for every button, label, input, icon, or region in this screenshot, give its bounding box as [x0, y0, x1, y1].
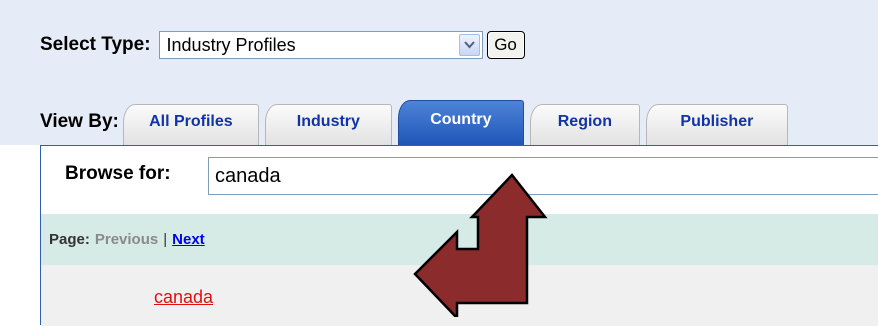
result-link-canada[interactable]: canada — [154, 287, 213, 308]
chevron-down-icon[interactable] — [458, 34, 480, 56]
view-by-tabs: View By: All Profiles Industry Country R… — [40, 100, 794, 145]
tab-region[interactable]: Region — [529, 104, 640, 145]
select-type-row: Select Type: Industry Profiles Go — [40, 28, 525, 62]
browse-for-label: Browse for: — [65, 163, 171, 184]
select-type-value: Industry Profiles — [166, 34, 296, 55]
pagination-separator: | — [163, 231, 168, 248]
page-label: Page: — [49, 231, 90, 248]
browse-for-input[interactable]: canada — [208, 157, 878, 195]
view-by-label: View By: — [40, 111, 119, 132]
tab-industry[interactable]: Industry — [264, 104, 392, 145]
browse-row: Browse for: canada — [41, 146, 878, 214]
go-button[interactable]: Go — [486, 31, 525, 59]
browse-panel: Browse for: canada Page: Previous | Next… — [40, 145, 878, 326]
tab-country[interactable]: Country — [397, 100, 524, 145]
next-link[interactable]: Next — [172, 231, 205, 248]
previous-link: Previous — [94, 231, 159, 248]
select-type-dropdown[interactable]: Industry Profiles — [158, 31, 483, 59]
pagination-bar: Page: Previous | Next — [41, 214, 878, 265]
tab-all-profiles[interactable]: All Profiles — [122, 104, 259, 145]
select-type-label: Select Type: — [40, 34, 151, 55]
tab-publisher[interactable]: Publisher — [645, 104, 788, 145]
